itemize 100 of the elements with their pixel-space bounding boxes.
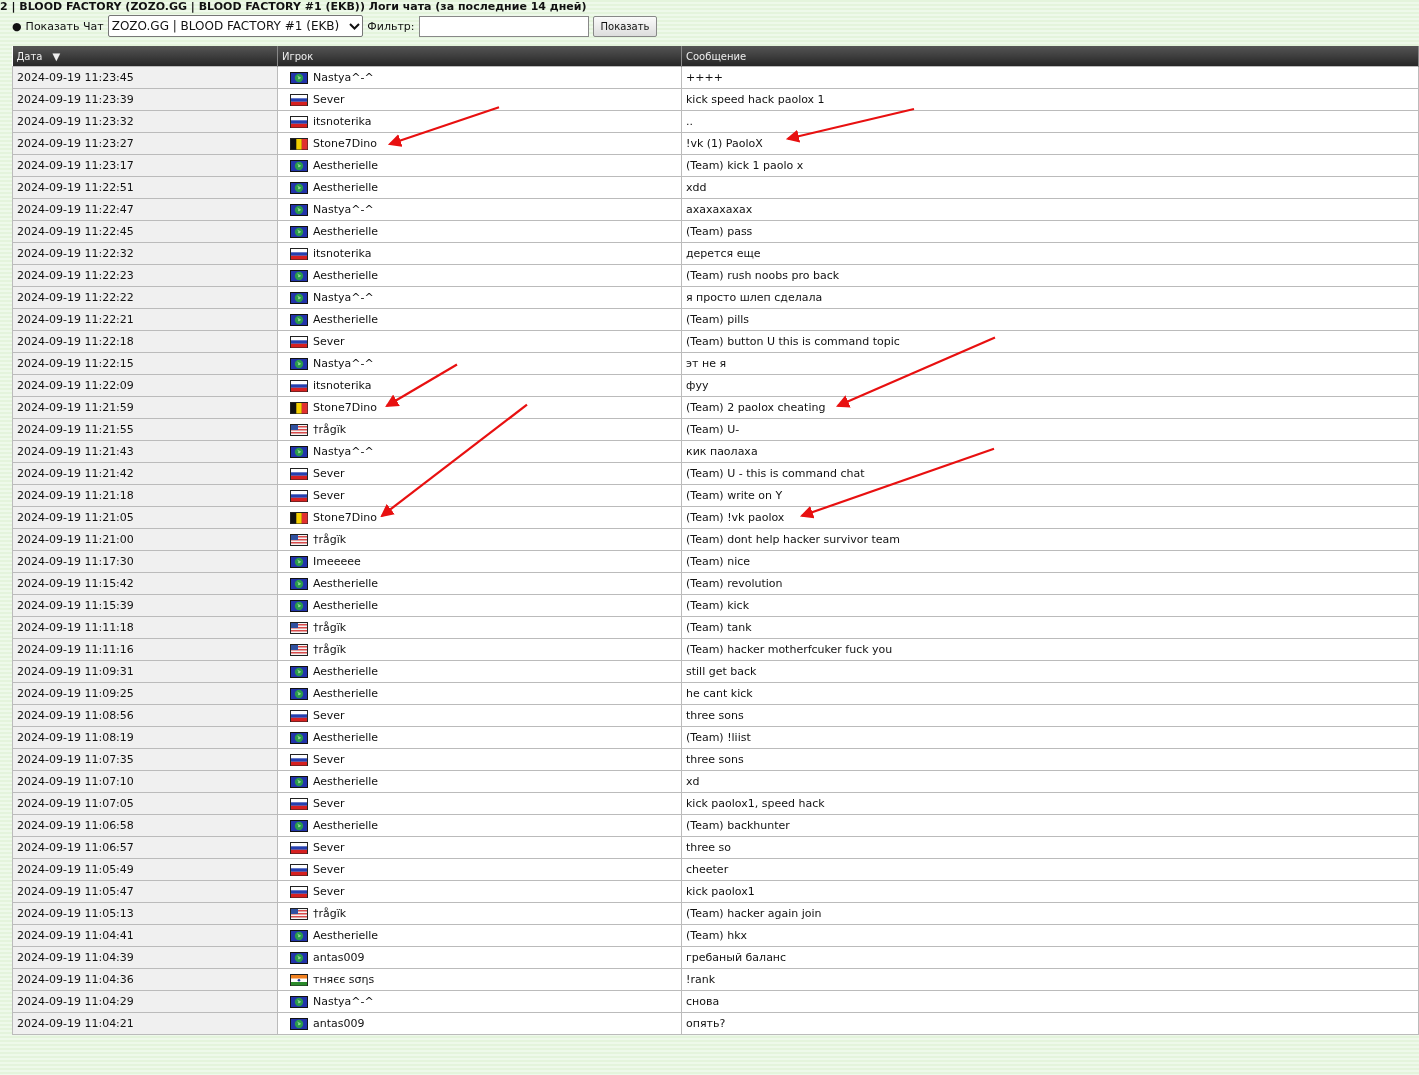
globe-flag-icon	[290, 225, 308, 238]
player-name: †rågïk	[313, 423, 347, 436]
flag-icon	[290, 907, 308, 920]
flag-icon	[290, 709, 308, 722]
filter-field[interactable]	[418, 15, 589, 37]
flag-icon	[290, 335, 308, 348]
globe-flag-icon	[290, 819, 308, 832]
message-cell: three so	[681, 836, 1419, 859]
player-name: Nastya^-^	[313, 203, 374, 216]
player-name: Imeeeee	[313, 555, 361, 568]
message-cell: kick speed hack paolox 1	[681, 88, 1419, 111]
date-cell: 2024-09-19 11:23:45	[12, 66, 278, 89]
column-header[interactable]: Игрок	[277, 46, 682, 67]
message-cell: xdd	[681, 176, 1419, 199]
globe-flag-icon	[290, 269, 308, 282]
sort-arrow: ▼	[52, 50, 61, 62]
flag-icon	[290, 885, 308, 898]
date-cell: 2024-09-19 11:21:18	[12, 484, 278, 507]
globe-flag-icon	[290, 203, 308, 216]
message-cell: (Team) hkx	[681, 924, 1419, 947]
date-cell: 2024-09-19 11:05:13	[12, 902, 278, 925]
date-cell: 2024-09-19 11:08:19	[12, 726, 278, 749]
player-name: Sever	[313, 335, 345, 348]
globe-flag-icon	[290, 687, 308, 700]
message-cell: he cant kick	[681, 682, 1419, 705]
message-cell: ..	[681, 110, 1419, 133]
message-cell: xd	[681, 770, 1419, 793]
message-cell: опять?	[681, 1012, 1419, 1035]
message-cell: kick paolox1, speed hack	[681, 792, 1419, 815]
date-cell: 2024-09-19 11:07:35	[12, 748, 278, 771]
globe-flag-icon	[290, 445, 308, 458]
flag-icon	[290, 423, 308, 436]
date-cell: 2024-09-19 11:22:22	[12, 286, 278, 309]
date-cell: 2024-09-19 11:22:09	[12, 374, 278, 397]
column-header[interactable]: Сообщение	[681, 46, 1419, 67]
date-cell: 2024-09-19 11:22:18	[12, 330, 278, 353]
show-button[interactable]: Показать	[592, 15, 658, 37]
globe-flag-icon	[290, 357, 308, 370]
flag-icon	[290, 511, 308, 524]
player-name: Aestherielle	[313, 687, 379, 700]
player-name: †rågïk	[313, 907, 347, 920]
message-cell: (Team) kick	[681, 594, 1419, 617]
date-cell: 2024-09-19 11:09:25	[12, 682, 278, 705]
message-cell: (Team) nice	[681, 550, 1419, 573]
date-cell: 2024-09-19 11:22:45	[12, 220, 278, 243]
player-name: Sever	[313, 753, 345, 766]
flag-icon	[290, 863, 308, 876]
flag-icon	[290, 115, 308, 128]
chat-select[interactable]: ZOZO.GG | BLOOD FACTORY #1 (EKB)	[107, 15, 364, 37]
player-name: Sever	[313, 93, 345, 106]
player-name: Aestherielle	[313, 577, 379, 590]
player-name: Aestherielle	[313, 225, 379, 238]
player-name: Nastya^-^	[313, 995, 374, 1008]
date-cell: 2024-09-19 11:04:41	[12, 924, 278, 947]
date-cell: 2024-09-19 11:21:05	[12, 506, 278, 529]
message-cell: кик паолаха	[681, 440, 1419, 463]
message-cell: (Team) U - this is command chat	[681, 462, 1419, 485]
date-cell: 2024-09-19 11:22:32	[12, 242, 278, 265]
player-name: Nastya^-^	[313, 357, 374, 370]
message-cell: эт не я	[681, 352, 1419, 375]
message-cell: гребаный баланс	[681, 946, 1419, 969]
flag-icon	[290, 489, 308, 502]
column-header[interactable]: Дата ▼	[12, 46, 278, 67]
player-name: Nastya^-^	[313, 445, 374, 458]
player-name: Aestherielle	[313, 599, 379, 612]
player-name: Aestherielle	[313, 269, 379, 282]
date-cell: 2024-09-19 11:04:21	[12, 1012, 278, 1035]
player-name: Aestherielle	[313, 665, 379, 678]
message-cell: !rank	[681, 968, 1419, 991]
message-cell: (Team) write on Y	[681, 484, 1419, 507]
date-cell: 2024-09-19 11:15:42	[12, 572, 278, 595]
message-cell: (Team) rush noobs pro back	[681, 264, 1419, 287]
globe-flag-icon	[290, 1017, 308, 1030]
date-cell: 2024-09-19 11:21:43	[12, 440, 278, 463]
date-cell: 2024-09-19 11:07:05	[12, 792, 278, 815]
flag-icon	[290, 247, 308, 260]
date-cell: 2024-09-19 11:06:58	[12, 814, 278, 837]
globe-flag-icon	[290, 775, 308, 788]
flag-icon	[290, 753, 308, 766]
player-name: †rågïk	[313, 533, 347, 546]
message-cell: (Team) 2 paolox cheating	[681, 396, 1419, 419]
message-cell: фуу	[681, 374, 1419, 397]
date-cell: 2024-09-19 11:21:42	[12, 462, 278, 485]
flag-icon	[290, 533, 308, 546]
player-name: Stone7Dino	[313, 137, 377, 150]
player-name: Aestherielle	[313, 775, 379, 788]
player-name: itsnoterika	[313, 247, 372, 260]
flag-icon	[290, 643, 308, 656]
player-name: Sever	[313, 467, 345, 480]
globe-flag-icon	[290, 929, 308, 942]
message-cell: (Team) hacker again join	[681, 902, 1419, 925]
bullet: ●	[12, 19, 22, 33]
date-cell: 2024-09-19 11:23:27	[12, 132, 278, 155]
flag-icon	[290, 137, 308, 150]
date-cell: 2024-09-19 11:22:47	[12, 198, 278, 221]
message-cell: (Team) pills	[681, 308, 1419, 331]
message-cell: я просто шлеп сделала	[681, 286, 1419, 309]
globe-flag-icon	[290, 555, 308, 568]
player-name: Sever	[313, 863, 345, 876]
date-cell: 2024-09-19 11:07:10	[12, 770, 278, 793]
